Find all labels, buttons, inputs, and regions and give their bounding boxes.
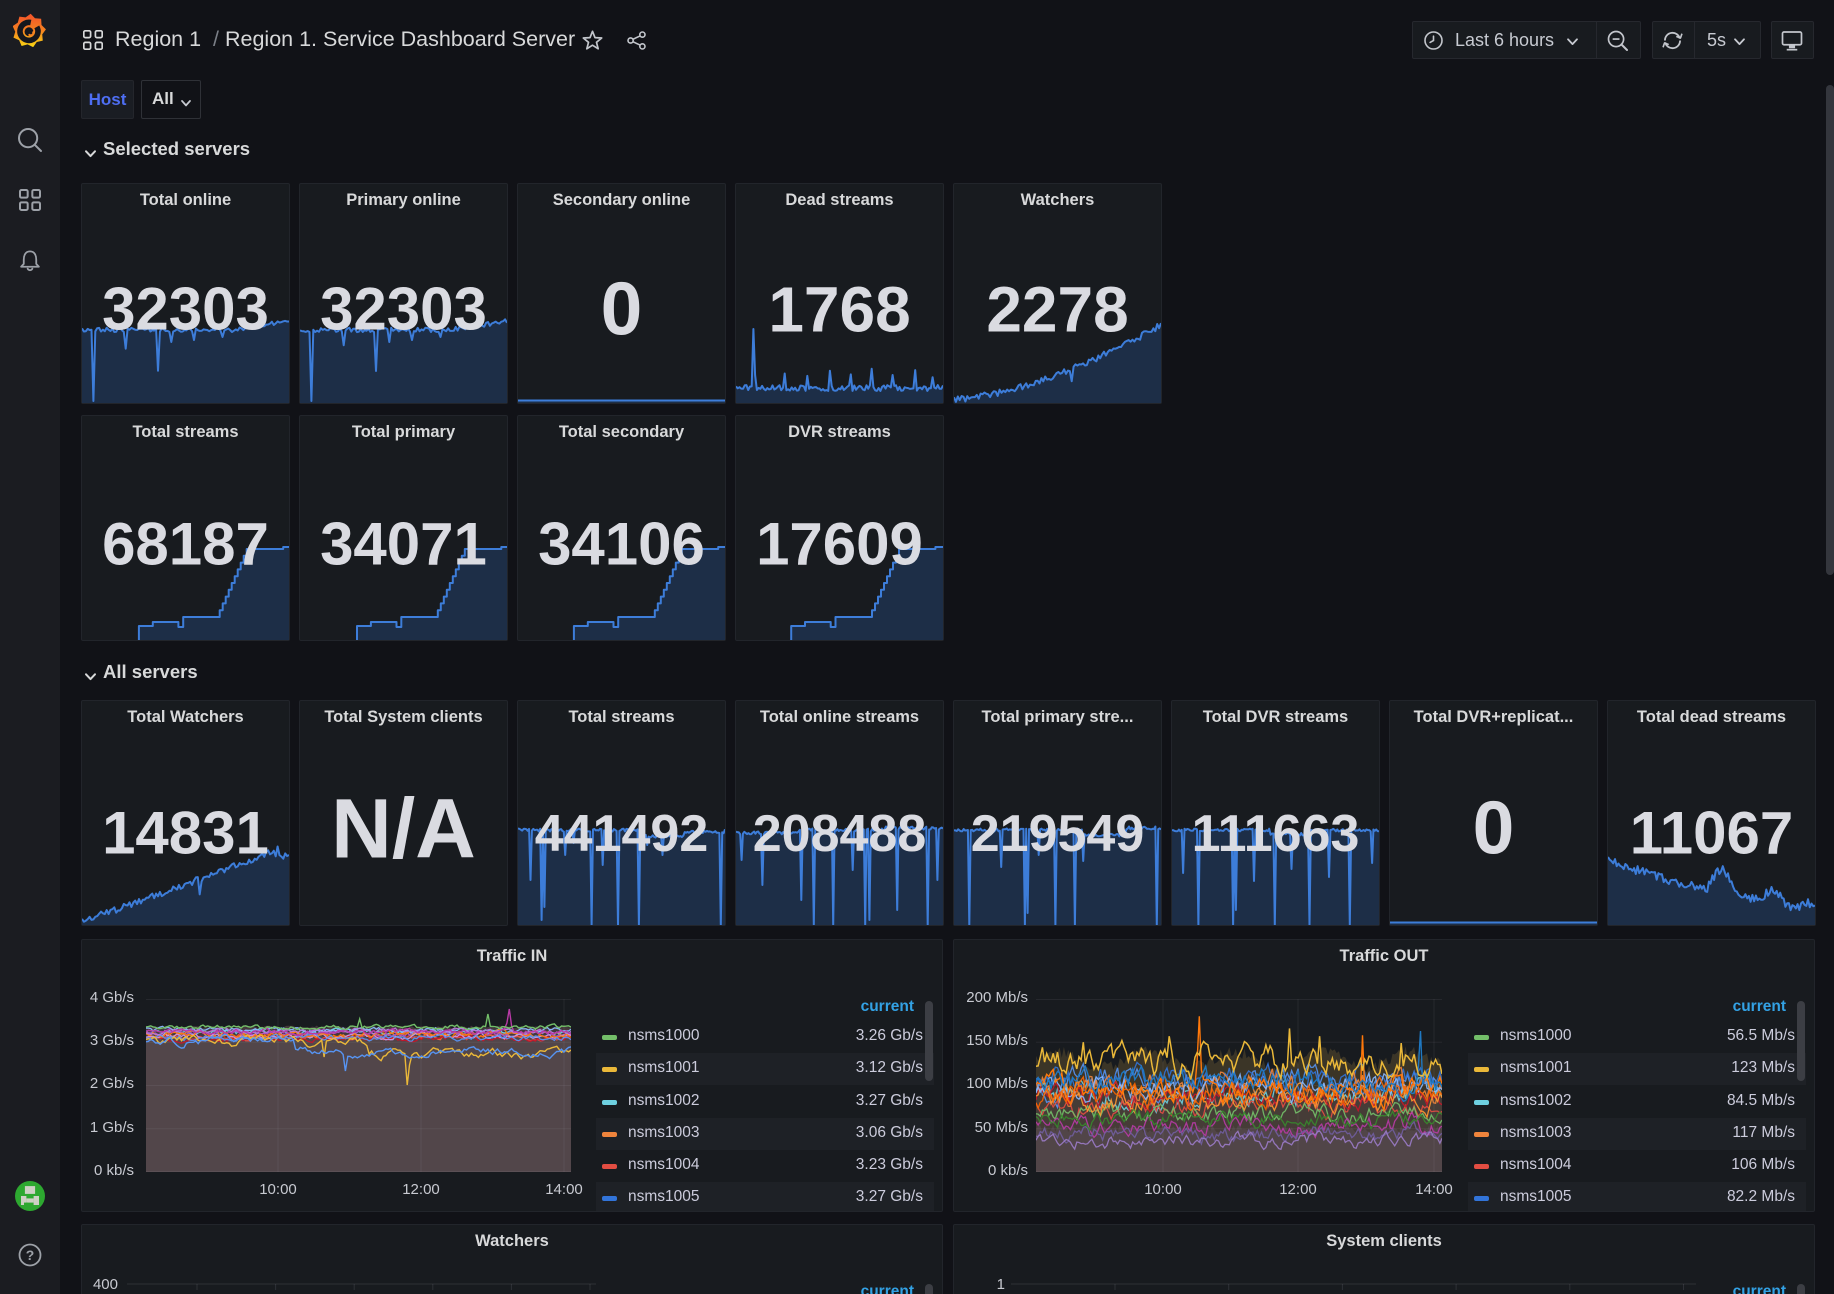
svg-text:?: ? bbox=[26, 1247, 35, 1263]
